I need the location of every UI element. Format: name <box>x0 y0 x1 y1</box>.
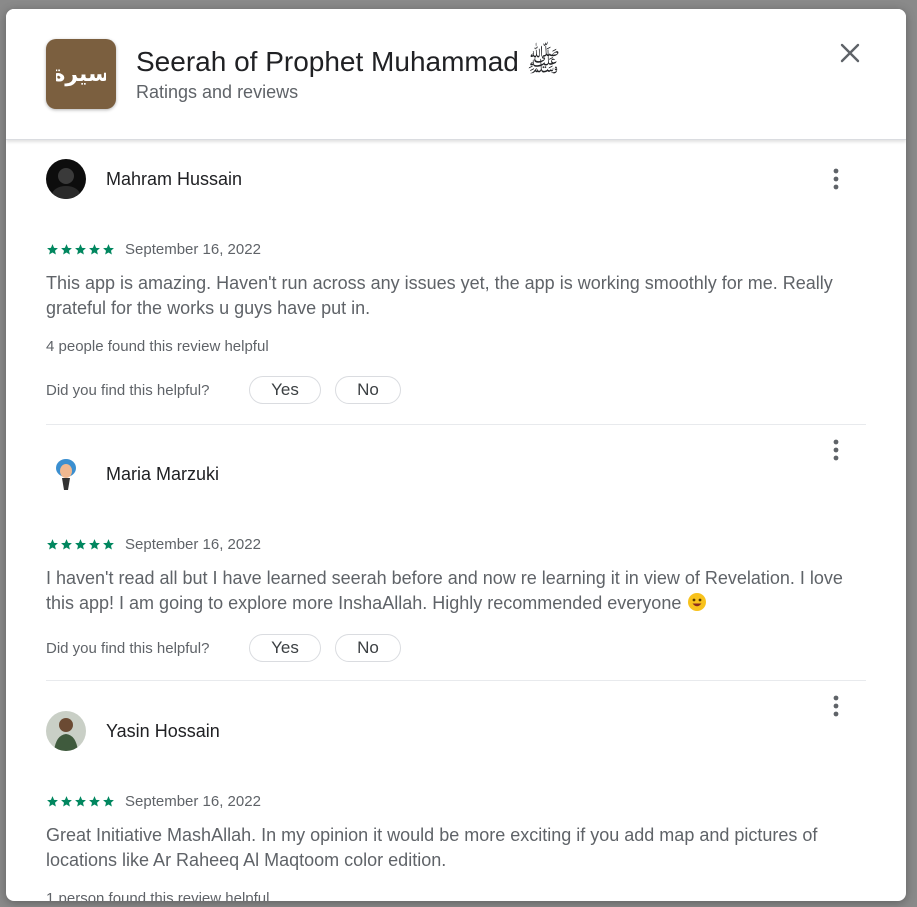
helpful-count: 4 people found this review helpful <box>46 338 269 355</box>
star-icon <box>75 243 86 254</box>
star-icon <box>61 795 72 806</box>
star-icon <box>103 538 114 549</box>
no-button[interactable]: No <box>335 634 401 662</box>
review-text: This app is amazing. Haven't run across … <box>46 273 833 318</box>
helpful-count: 1 person found this review helpful <box>46 890 270 901</box>
reviewer-row: Maria Marzuki <box>46 439 866 499</box>
star-rating <box>46 243 115 256</box>
star-icon <box>75 795 86 806</box>
app-title: Seerah of Prophet Muhammad ﷺ <box>136 46 561 77</box>
avatar <box>46 711 86 751</box>
more-vert-icon <box>833 695 839 717</box>
star-icon <box>89 243 100 254</box>
app-icon: سيرة <box>46 39 116 109</box>
star-rating <box>46 538 115 551</box>
dialog-subtitle: Ratings and reviews <box>136 82 299 102</box>
more-vert-icon <box>833 439 839 461</box>
avatar <box>46 159 86 199</box>
helpful-question: Did you find this helpful? <box>46 381 210 399</box>
more-options-button[interactable] <box>822 436 850 464</box>
helpful-row: Did you find this helpful? Yes No <box>46 375 866 405</box>
reviewer-row: Yasin Hossain <box>46 695 866 756</box>
avatar <box>46 454 86 494</box>
review-text-container: I haven't read all but I have learned se… <box>46 566 846 616</box>
review-card: Mahram Hussain September 16, 2022 This a… <box>46 154 866 425</box>
ratings-reviews-dialog: سيرة Seerah of Prophet Muhammad ﷺ Rating… <box>6 9 906 901</box>
star-icon <box>61 538 72 549</box>
star-icon <box>47 538 58 549</box>
yes-button[interactable]: Yes <box>249 634 321 662</box>
star-icon <box>103 795 114 806</box>
yes-button[interactable]: Yes <box>249 376 321 404</box>
star-icon <box>47 795 58 806</box>
review-card: Yasin Hossain September 16, 2022 Great I… <box>46 681 866 901</box>
helpful-question: Did you find this helpful? <box>46 639 210 657</box>
dialog-header: سيرة Seerah of Prophet Muhammad ﷺ Rating… <box>6 9 906 140</box>
more-vert-icon <box>833 168 839 190</box>
star-icon <box>89 538 100 549</box>
star-rating <box>46 795 115 808</box>
review-text: I haven't read all but I have learned se… <box>46 568 843 613</box>
reviewer-name: Maria Marzuki <box>106 463 220 484</box>
star-icon <box>89 795 100 806</box>
helpful-row: Did you find this helpful? Yes No <box>46 633 866 663</box>
star-icon <box>103 243 114 254</box>
close-icon <box>840 43 860 63</box>
review-meta: September 16, 2022 <box>46 238 866 260</box>
reviewer-row: Mahram Hussain <box>46 154 866 204</box>
more-options-button[interactable] <box>822 692 850 720</box>
close-button[interactable] <box>832 35 868 71</box>
review-text: Great Initiative MashAllah. In my opinio… <box>46 825 818 870</box>
app-icon-text: سيرة <box>56 62 106 87</box>
reviews-list[interactable]: Mahram Hussain September 16, 2022 This a… <box>6 140 906 901</box>
review-card: Maria Marzuki September 16, 2022 I haven… <box>46 425 866 681</box>
star-icon <box>47 243 58 254</box>
review-date: September 16, 2022 <box>125 535 261 553</box>
more-options-button[interactable] <box>822 165 850 193</box>
grinning-emoji-icon <box>688 593 707 611</box>
no-button[interactable]: No <box>335 376 401 404</box>
star-icon <box>61 243 72 254</box>
review-meta: September 16, 2022 <box>46 533 866 555</box>
review-date: September 16, 2022 <box>125 792 261 810</box>
star-icon <box>75 538 86 549</box>
review-date: September 16, 2022 <box>125 240 261 258</box>
review-meta: September 16, 2022 <box>46 790 866 812</box>
reviewer-name: Mahram Hussain <box>106 168 243 189</box>
reviewer-name: Yasin Hossain <box>106 720 220 741</box>
